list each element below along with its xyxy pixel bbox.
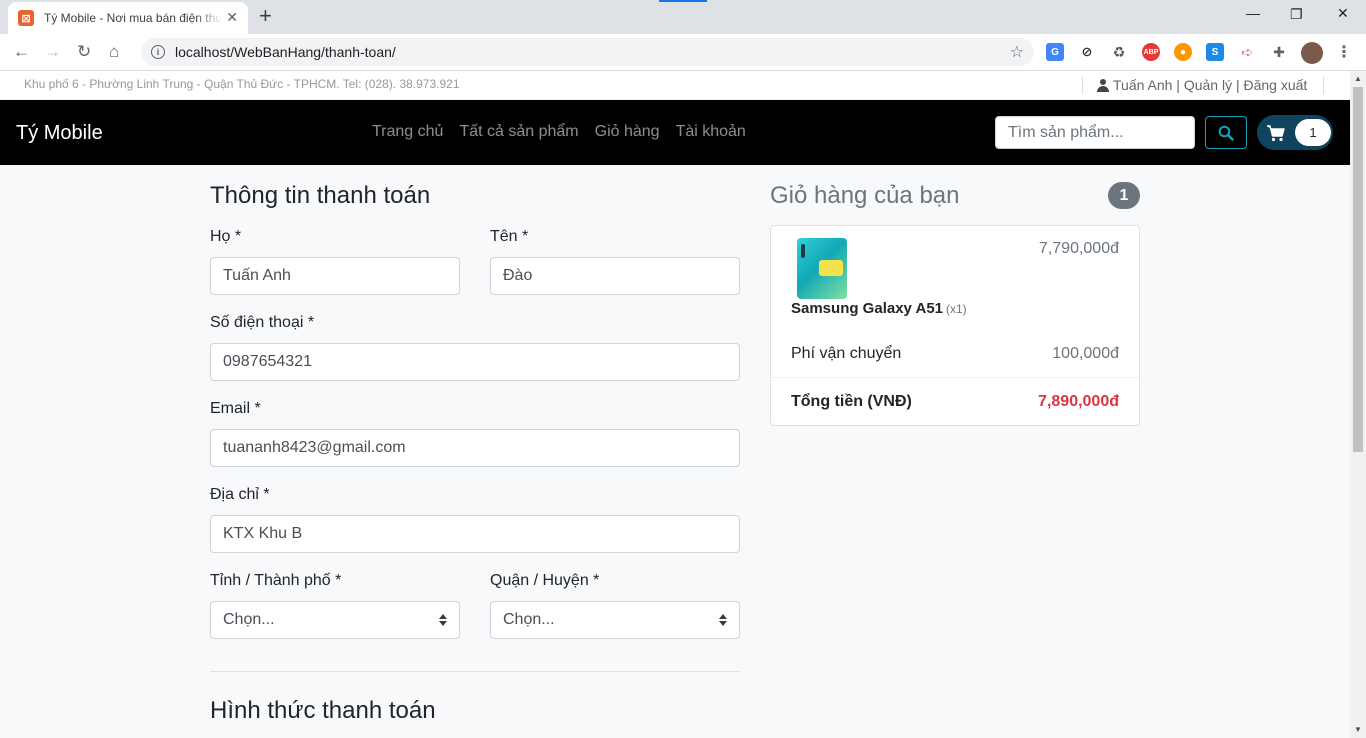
last-name-label: Họ * (210, 228, 242, 245)
s-extension-icon[interactable]: S (1206, 43, 1224, 61)
item-name-text: Samsung Galaxy A51 (791, 300, 944, 317)
address-bar[interactable]: i localhost/WebBanHang/thanh-toan/ ☆ (141, 38, 1034, 66)
user-links-text[interactable]: Tuấn Anh | Quản lý | Đăng xuất (1113, 77, 1307, 93)
fire-extension-icon[interactable]: ● (1174, 43, 1192, 61)
back-arrow-icon[interactable]: ← (13, 42, 30, 62)
scroll-down-icon[interactable]: ▼ (1354, 725, 1362, 734)
cart-button[interactable]: 1 (1257, 115, 1333, 150)
scroll-thumb[interactable] (1353, 87, 1363, 452)
store-address: Khu phố 6 - Phường Linh Trung - Quận Thủ… (24, 77, 460, 91)
nav-item-account[interactable]: Tài khoản (676, 123, 746, 141)
shipping-value: 100,000đ (1052, 345, 1119, 362)
nav-menu: Trang chủ Tất cả sản phẩm Giỏ hàng Tài k… (372, 123, 762, 141)
district-selected-value: Chọn... (503, 611, 555, 628)
phone-label: Số điện thoại * (210, 314, 315, 331)
cart-items-badge: 1 (1108, 182, 1140, 209)
profile-avatar-icon[interactable] (1301, 42, 1323, 64)
cart-icon (1267, 125, 1285, 142)
cart-count-badge: 1 (1295, 119, 1331, 146)
select-arrows-icon (719, 614, 727, 626)
url-text[interactable]: localhost/WebBanHang/thanh-toan/ (175, 44, 396, 60)
brand-logo[interactable]: Tý Mobile (16, 122, 103, 145)
email-field[interactable]: tuananh8423@gmail.com (210, 429, 740, 467)
search-button[interactable] (1205, 116, 1247, 149)
info-topbar: Khu phố 6 - Phường Linh Trung - Quận Thủ… (0, 71, 1350, 100)
total-divider (771, 377, 1139, 378)
cart-summary-box: 7,790,000đ Samsung Galaxy A51 (x1) Phí vậ… (770, 225, 1140, 426)
payment-method-title: Hình thức thanh toán (210, 697, 436, 724)
restore-icon[interactable]: ❐ (1290, 6, 1303, 23)
last-name-field[interactable]: Tuấn Anh (210, 257, 460, 295)
first-name-field[interactable]: Đào (490, 257, 740, 295)
province-selected-value: Chọn... (223, 611, 275, 628)
page-viewport: Khu phố 6 - Phường Linh Trung - Quận Thủ… (0, 71, 1350, 738)
first-name-label: Tên * (490, 228, 529, 245)
total-label: Tổng tiền (VNĐ) (791, 393, 912, 410)
address-field[interactable]: KTX Khu B (210, 515, 740, 553)
recycle-extension-icon[interactable]: ♻ (1110, 43, 1128, 61)
scroll-up-icon[interactable]: ▲ (1354, 74, 1362, 83)
info-icon[interactable]: i (151, 45, 165, 59)
nav-item-cart[interactable]: Giỏ hàng (595, 123, 660, 141)
cart-summary-title: Giỏ hàng của bạn (770, 182, 960, 209)
nav-item-home[interactable]: Trang chủ (372, 123, 443, 141)
page-scrollbar[interactable]: ▲ ▼ (1350, 71, 1366, 738)
arrow-extension-icon[interactable]: ➪ (1238, 43, 1256, 61)
item-quantity: (x1) (946, 302, 967, 316)
window-close-icon[interactable]: ✕ (1337, 5, 1349, 22)
phone-field[interactable]: 0987654321 (210, 343, 740, 381)
menu-kebab-icon[interactable]: ⋮ (1335, 43, 1353, 61)
user-links[interactable]: Tuấn Anh | Quản lý | Đăng xuất (1082, 76, 1325, 94)
product-thumbnail (797, 238, 847, 299)
province-select[interactable]: Chọn... (210, 601, 460, 639)
search-icon (1218, 125, 1234, 141)
reload-icon[interactable]: ↻ (77, 42, 91, 62)
adblock-extension-icon[interactable]: ABP (1142, 43, 1160, 61)
home-icon[interactable]: ⌂ (109, 42, 119, 62)
shipping-label: Phí vận chuyển (791, 345, 902, 362)
translate-extension-icon[interactable]: G (1046, 43, 1064, 61)
tab-title: Tý Mobile - Nơi mua bán điện thoại (44, 11, 222, 25)
user-icon (1097, 78, 1109, 92)
new-tab-button[interactable]: + (259, 5, 272, 27)
bookmark-star-icon[interactable]: ☆ (1010, 42, 1024, 62)
tab-close-icon[interactable]: ✕ (226, 9, 238, 26)
total-value: 7,890,000đ (1038, 393, 1119, 410)
puzzle-extensions-icon[interactable]: ✚ (1270, 43, 1288, 61)
main-navbar: Tý Mobile Trang chủ Tất cả sản phẩm Giỏ … (0, 100, 1350, 165)
select-arrows-icon (439, 614, 447, 626)
section-divider (210, 671, 740, 672)
item-price: 7,790,000đ (1038, 240, 1119, 257)
checkout-title: Thông tin thanh toán (210, 182, 431, 209)
forward-arrow-icon[interactable]: → (44, 42, 61, 62)
address-label: Địa chỉ * (210, 486, 270, 503)
district-select[interactable]: Chọn... (490, 601, 740, 639)
item-name: Samsung Galaxy A51 (x1) (791, 300, 967, 317)
search-input[interactable]: Tìm sản phẩm... (995, 116, 1195, 149)
browser-toolbar: ← → ↻ ⌂ i localhost/WebBanHang/thanh-toa… (0, 34, 1366, 71)
xampp-favicon-icon: ⊠ (18, 10, 34, 26)
tab-indicator (659, 0, 707, 2)
province-label: Tỉnh / Thành phố * (210, 572, 342, 589)
hide-extension-icon[interactable]: ⊘ (1078, 43, 1096, 61)
browser-tab[interactable]: ⊠ Tý Mobile - Nơi mua bán điện thoại ✕ (8, 2, 248, 34)
district-label: Quận / Huyện * (490, 572, 600, 589)
browser-tabstrip: ⊠ Tý Mobile - Nơi mua bán điện thoại ✕ +… (0, 0, 1366, 34)
nav-item-all-products[interactable]: Tất cả sản phẩm (459, 123, 578, 141)
minimize-icon[interactable]: — (1246, 5, 1260, 21)
email-label: Email * (210, 400, 261, 417)
